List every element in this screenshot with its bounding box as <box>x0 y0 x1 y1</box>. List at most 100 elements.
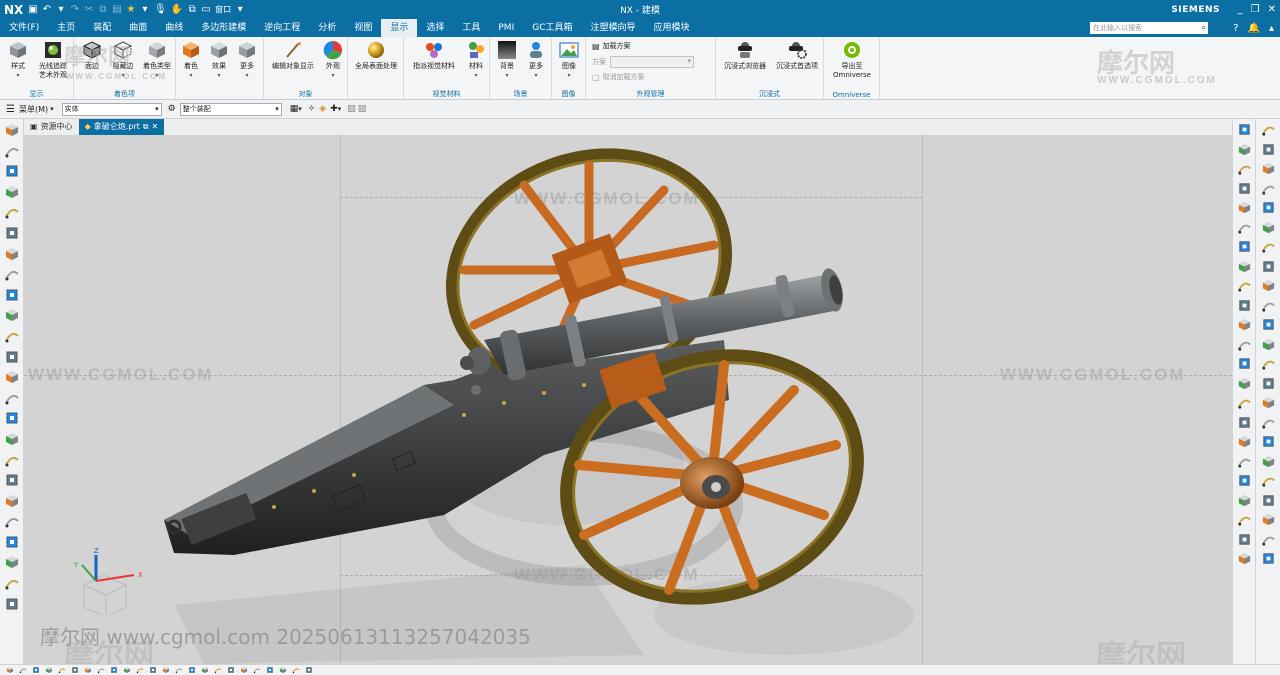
background-button[interactable]: 背景 ▾ <box>494 40 520 80</box>
appearance-button[interactable]: 外观 ▾ <box>320 40 346 80</box>
snap-point-icon[interactable]: ◈ <box>319 104 326 114</box>
left-tool-21-icon[interactable] <box>4 534 20 550</box>
right-outer-tool-2-icon[interactable] <box>1261 142 1276 157</box>
menu-assembly[interactable]: 装配 <box>84 19 120 37</box>
cannon-model[interactable] <box>24 135 1232 664</box>
more-shading-button[interactable]: 更多 ▾ <box>234 40 260 80</box>
menu-select[interactable]: 选择 <box>417 19 453 37</box>
status-tool-13-icon[interactable] <box>162 666 170 674</box>
left-tool-10-icon[interactable] <box>4 307 20 323</box>
tab-float-icon[interactable]: ⧉ <box>143 119 149 135</box>
redo-icon[interactable]: ↷ <box>70 4 80 15</box>
command-search-input[interactable]: 在此输入以搜索 ⌕ <box>1090 22 1208 34</box>
menu-display[interactable]: 显示 <box>381 19 418 37</box>
right-inner-tool-12-icon[interactable] <box>1237 337 1252 352</box>
right-inner-tool-2-icon[interactable] <box>1237 142 1252 157</box>
status-tool-1-icon[interactable] <box>6 666 14 674</box>
status-tool-6-icon[interactable] <box>71 666 79 674</box>
menu-reverse-engineering[interactable]: 逆向工程 <box>255 19 309 37</box>
left-tool-23-icon[interactable] <box>4 575 20 591</box>
select-filter-dropdown-icon[interactable]: ▾ <box>298 105 302 113</box>
right-inner-tool-18-icon[interactable] <box>1237 454 1252 469</box>
immersive-preferences-button[interactable]: 沉浸式首选项 <box>772 40 822 71</box>
touch-icon[interactable]: ✋ <box>171 4 183 15</box>
search-icon[interactable]: ⌕ <box>1202 22 1206 34</box>
more-scene-dropdown-icon[interactable]: ▾ <box>522 71 550 80</box>
right-outer-tool-22-icon[interactable] <box>1261 532 1276 547</box>
status-tool-23-icon[interactable] <box>292 666 300 674</box>
menu-curve[interactable]: 曲线 <box>156 19 192 37</box>
status-tool-7-icon[interactable] <box>84 666 92 674</box>
right-outer-tool-7-icon[interactable] <box>1261 239 1276 254</box>
left-tool-9-icon[interactable] <box>4 287 20 303</box>
copy-window-icon[interactable]: ⧉ <box>187 4 197 15</box>
menu-button[interactable]: 菜单(M) <box>19 104 48 115</box>
materials-dropdown-icon[interactable]: ▾ <box>464 71 488 80</box>
cut-icon[interactable]: ✂ <box>84 4 94 15</box>
left-tool-4-icon[interactable] <box>4 184 20 200</box>
snap-icon[interactable]: ✧ <box>308 104 316 114</box>
right-inner-tool-21-icon[interactable] <box>1237 512 1252 527</box>
restore-icon[interactable]: ❐ <box>1251 4 1260 15</box>
materials-button[interactable]: 材料 ▾ <box>464 40 488 80</box>
status-tool-20-icon[interactable] <box>253 666 261 674</box>
status-tool-15-icon[interactable] <box>188 666 196 674</box>
left-tool-3-icon[interactable] <box>4 163 20 179</box>
status-tool-2-icon[interactable] <box>19 666 27 674</box>
status-tool-3-icon[interactable] <box>32 666 40 674</box>
status-tool-5-icon[interactable] <box>58 666 66 674</box>
right-inner-tool-13-icon[interactable] <box>1237 356 1252 371</box>
right-inner-tool-8-icon[interactable] <box>1237 259 1252 274</box>
left-tool-17-icon[interactable] <box>4 452 20 468</box>
tab-resource-center[interactable]: ▣ 资源中心 <box>24 119 79 135</box>
unload-scheme-button[interactable]: ▢ 取消加载方案 <box>592 72 645 82</box>
menu-mold-wizard[interactable]: 注塑模向导 <box>582 19 645 37</box>
effects-button[interactable]: 效果 ▾ <box>206 40 232 80</box>
left-tool-19-icon[interactable] <box>4 493 20 509</box>
window-label[interactable]: 窗口 <box>215 4 231 15</box>
tab-close-icon[interactable]: ✕ <box>151 119 158 135</box>
left-tool-5-icon[interactable] <box>4 204 20 220</box>
ribbon-collapse-icon[interactable]: ▴ <box>1269 23 1274 34</box>
status-tool-17-icon[interactable] <box>214 666 222 674</box>
right-inner-tool-22-icon[interactable] <box>1237 532 1252 547</box>
status-tool-22-icon[interactable] <box>279 666 287 674</box>
menu-file[interactable]: 文件(F) <box>0 19 48 37</box>
selection-mode-2-icon[interactable]: ▨ <box>358 104 367 114</box>
export-to-omniverse-button[interactable]: 导出至 Omniverse <box>828 40 876 80</box>
menu-polygon-modeling[interactable]: 多边形建模 <box>192 19 255 37</box>
right-inner-tool-17-icon[interactable] <box>1237 434 1252 449</box>
right-inner-tool-23-icon[interactable] <box>1237 551 1252 566</box>
status-tool-19-icon[interactable] <box>240 666 248 674</box>
right-inner-tool-15-icon[interactable] <box>1237 395 1252 410</box>
effects-dropdown-icon[interactable]: ▾ <box>206 71 232 80</box>
undo-dropdown-icon[interactable]: ▾ <box>56 4 66 15</box>
right-outer-tool-19-icon[interactable] <box>1261 473 1276 488</box>
left-tool-11-icon[interactable] <box>4 328 20 344</box>
right-outer-tool-12-icon[interactable] <box>1261 337 1276 352</box>
appearance-dropdown-icon[interactable]: ▾ <box>320 71 346 80</box>
assign-visual-material-button[interactable]: 指派视觉材料 <box>406 40 462 71</box>
right-inner-tool-9-icon[interactable] <box>1237 278 1252 293</box>
right-inner-tool-3-icon[interactable] <box>1237 161 1252 176</box>
right-outer-tool-5-icon[interactable] <box>1261 200 1276 215</box>
status-tool-8-icon[interactable] <box>97 666 105 674</box>
right-inner-tool-6-icon[interactable] <box>1237 220 1252 235</box>
selection-mode-icon[interactable]: ▧ <box>347 104 356 114</box>
tab-part-file[interactable]: ◆ 拿破仑炮.prt ⧉ ✕ <box>78 119 165 135</box>
right-outer-tool-17-icon[interactable] <box>1261 434 1276 449</box>
mic-icon[interactable]: 🎙 <box>154 4 167 15</box>
right-inner-tool-11-icon[interactable] <box>1237 317 1252 332</box>
right-outer-tool-1-icon[interactable] <box>1261 122 1276 137</box>
left-tool-13-icon[interactable] <box>4 369 20 385</box>
save-icon[interactable]: ▣ <box>28 4 38 15</box>
background-dropdown-icon[interactable]: ▾ <box>494 71 520 80</box>
copy-icon[interactable]: ⧉ <box>98 4 108 15</box>
paste-icon[interactable]: ▤ <box>112 4 122 15</box>
status-tool-12-icon[interactable] <box>149 666 157 674</box>
window-icon[interactable]: ▭ <box>201 4 211 15</box>
left-tool-22-icon[interactable] <box>4 554 20 570</box>
menu-gc-toolbox[interactable]: GC工具箱 <box>523 19 581 37</box>
right-inner-tool-16-icon[interactable] <box>1237 415 1252 430</box>
graphics-viewport[interactable]: WWW.CGMOL.COM WWW.CGMOL.COM WWW.CGMOL.CO… <box>24 135 1232 664</box>
